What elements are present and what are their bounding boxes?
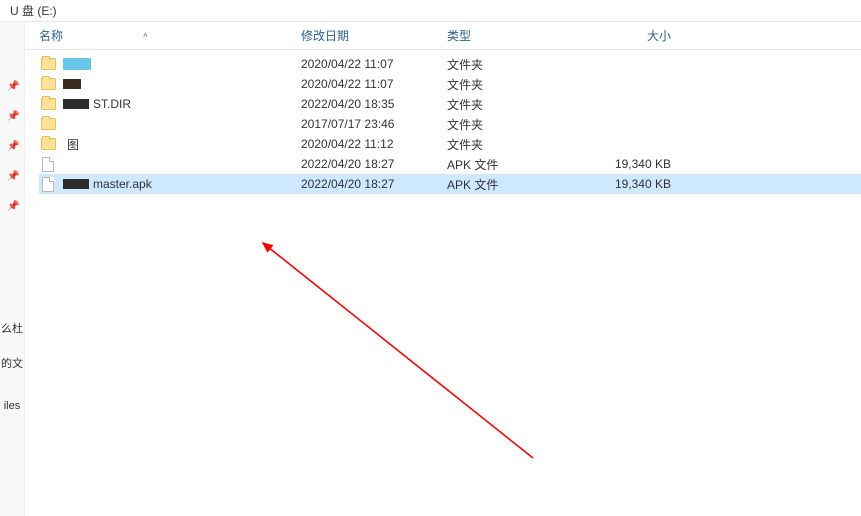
file-icon [39,156,57,172]
file-type-cell: 文件夹 [447,116,579,133]
file-name-cell: master.apk [39,176,301,192]
sidebar-fragment: 的文 [1,357,23,372]
file-size-cell: 19,340 KB [579,177,689,191]
rows-container: 2020/04/22 11:07文件夹2020/04/22 11:07文件夹ST… [25,50,861,194]
column-header-name[interactable]: 名称 ˄ [39,27,301,44]
file-type-cell: 文件夹 [447,96,579,113]
file-icon [39,176,57,192]
file-date-cell: 2022/04/20 18:27 [301,177,447,191]
redaction-block [63,99,89,109]
column-header-row: 名称 ˄ 修改日期 类型 大小 [25,22,861,50]
folder-icon [39,56,57,72]
file-type-cell: 文件夹 [447,136,579,153]
file-type-cell: 文件夹 [447,76,579,93]
window-title: U 盘 (E:) [10,2,57,19]
file-name-label: 图 [67,136,79,153]
file-name-cell: ST.DIR [39,96,301,112]
folder-icon [39,76,57,92]
pin-icon: 📌 [7,142,17,152]
column-header-date[interactable]: 修改日期 [301,27,447,44]
column-label: 名称 [39,27,63,44]
quick-access-strip: 📌 📌 📌 📌 📌 么杜 的文 iles [0,22,25,516]
file-row[interactable]: 2022/04/20 18:27APK 文件19,340 KB [39,154,861,174]
file-name-cell [39,116,301,132]
file-list-area: 名称 ˄ 修改日期 类型 大小 2020/04/22 11:07文件夹2020/… [25,22,861,516]
column-label: 大小 [647,27,671,44]
title-bar: U 盘 (E:) [0,0,861,22]
file-explorer-window: U 盘 (E:) 📌 📌 📌 📌 📌 么杜 的文 iles 名称 ˄ 修改日期 [0,0,861,516]
sidebar-fragment: iles [4,399,21,414]
file-row[interactable]: 2020/04/22 11:07文件夹 [39,54,861,74]
file-name-cell: 图 [39,136,301,153]
folder-icon [39,116,57,132]
sort-ascending-icon: ˄ [143,31,148,40]
file-name-label: ST.DIR [93,97,131,111]
file-date-cell: 2020/04/22 11:07 [301,57,447,71]
file-row[interactable]: master.apk 2022/04/20 18:27APK 文件19,340 K… [39,174,861,194]
file-size-cell: 19,340 KB [579,157,689,171]
file-type-cell: APK 文件 [447,176,579,193]
pin-icon: 📌 [7,112,17,122]
body-area: 📌 📌 📌 📌 📌 么杜 的文 iles 名称 ˄ 修改日期 类型 [0,22,861,516]
pin-icon: 📌 [7,82,17,92]
file-name-cell [39,56,301,72]
redaction-block [63,79,81,89]
column-label: 修改日期 [301,27,349,44]
file-name-label: master.apk [93,177,152,191]
file-date-cell: 2022/04/20 18:35 [301,97,447,111]
folder-icon [39,96,57,112]
column-header-type[interactable]: 类型 [447,27,579,44]
column-header-size[interactable]: 大小 [579,27,689,44]
file-name-cell [39,76,301,92]
pin-icon: 📌 [7,172,17,182]
redaction-block [63,179,89,189]
file-date-cell: 2017/07/17 23:46 [301,117,447,131]
file-row[interactable]: 2017/07/17 23:46文件夹 [39,114,861,134]
redaction-block [63,160,85,168]
sidebar-fragment: 么杜 [1,322,23,337]
file-name-cell [39,156,301,172]
column-label: 类型 [447,27,471,44]
file-row[interactable]: ST.DIR 2022/04/20 18:35文件夹 [39,94,861,114]
file-date-cell: 2022/04/20 18:27 [301,157,447,171]
folder-icon [39,136,57,152]
file-type-cell: 文件夹 [447,56,579,73]
redaction-block [63,58,91,70]
file-date-cell: 2020/04/22 11:07 [301,77,447,91]
file-type-cell: APK 文件 [447,156,579,173]
pin-icon: 📌 [7,202,17,212]
file-row[interactable]: 2020/04/22 11:07文件夹 [39,74,861,94]
file-date-cell: 2020/04/22 11:12 [301,137,447,151]
file-row[interactable]: 图 2020/04/22 11:12文件夹 [39,134,861,154]
